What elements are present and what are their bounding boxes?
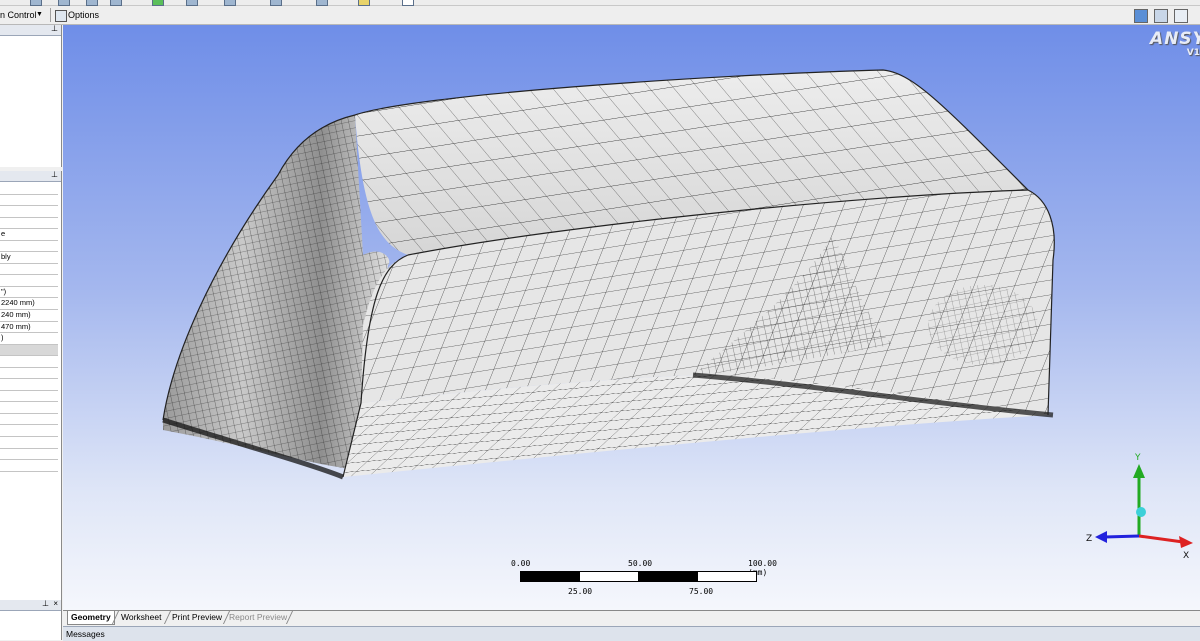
- chevron-down-icon[interactable]: ▼: [36, 8, 43, 22]
- window-layout-icon[interactable]: [1154, 9, 1168, 23]
- mesh-model[interactable]: [63, 25, 1200, 610]
- details-row[interactable]: [0, 460, 58, 472]
- toolbar-divider: [50, 8, 51, 22]
- outline-pane-header: ⊥: [0, 24, 61, 36]
- details-row[interactable]: 2240 mm): [0, 298, 58, 311]
- context-toolbar: n Control ▼ Options: [0, 6, 1200, 25]
- axis-triad[interactable]: Y Z X: [1083, 450, 1193, 560]
- scale-label: 50.00: [628, 559, 653, 568]
- details-row[interactable]: [0, 437, 58, 449]
- graphics-viewport[interactable]: ANSY V1: [63, 25, 1200, 610]
- window-layout-icon[interactable]: [1174, 9, 1188, 23]
- options-button[interactable]: Options: [68, 8, 99, 22]
- x-axis-label: X: [1183, 551, 1189, 560]
- scale-segment: [638, 571, 698, 582]
- details-row[interactable]: "): [0, 287, 58, 299]
- scale-segment: [697, 571, 757, 582]
- details-row[interactable]: [0, 183, 58, 195]
- bottom-pane-header: ⊥ ×: [0, 599, 61, 611]
- window-layout-icon[interactable]: [1134, 9, 1148, 23]
- details-row[interactable]: e: [0, 229, 58, 241]
- details-row[interactable]: [0, 391, 58, 403]
- details-row[interactable]: [0, 218, 58, 230]
- details-row[interactable]: bly: [0, 252, 58, 264]
- view-tabs: Geometry Worksheet Print Preview Report …: [63, 610, 1200, 625]
- details-row[interactable]: [0, 264, 58, 276]
- scale-segment: [520, 571, 580, 582]
- bottom-left-pane: ⊥ ×: [0, 599, 62, 640]
- tab-print-preview[interactable]: Print Preview: [169, 611, 225, 624]
- details-row[interactable]: [0, 368, 58, 380]
- details-pane-header: ⊥: [0, 170, 61, 182]
- scale-segment: [579, 571, 639, 582]
- close-icon[interactable]: ×: [53, 599, 58, 609]
- details-row[interactable]: [0, 195, 58, 207]
- tab-worksheet[interactable]: Worksheet: [118, 611, 164, 624]
- details-row[interactable]: [0, 356, 58, 368]
- triad-sphere: [1136, 507, 1146, 517]
- z-axis-arrow: [1104, 534, 1140, 539]
- pin-icon[interactable]: ⊥: [51, 24, 58, 34]
- details-row[interactable]: [0, 344, 58, 357]
- tab-report-preview[interactable]: Report Preview: [226, 611, 290, 624]
- details-row[interactable]: 470 mm): [0, 322, 58, 334]
- details-row[interactable]: [0, 402, 58, 414]
- mesh-control-dropdown[interactable]: n Control: [0, 8, 37, 22]
- scale-label: 25.00: [568, 587, 593, 596]
- details-row[interactable]: [0, 241, 58, 253]
- scale-bar: 0.00 50.00 100.00 (mm) 25.00 75.00: [506, 555, 777, 600]
- details-row[interactable]: [0, 425, 58, 438]
- messages-pane-header[interactable]: Messages: [63, 626, 1200, 641]
- details-row[interactable]: ): [0, 333, 58, 345]
- details-row[interactable]: 240 mm): [0, 310, 58, 322]
- details-row[interactable]: [0, 206, 58, 218]
- x-axis-arrow: [1138, 534, 1184, 544]
- outline-pane: ⊥: [0, 24, 62, 167]
- tab-geometry[interactable]: Geometry: [67, 611, 115, 625]
- messages-label: Messages: [66, 629, 105, 639]
- z-axis-label: Z: [1086, 534, 1092, 544]
- y-axis-label: Y: [1134, 453, 1141, 463]
- pin-icon[interactable]: ⊥: [51, 170, 58, 180]
- options-icon[interactable]: [55, 10, 67, 22]
- details-row[interactable]: [0, 414, 58, 426]
- details-pane: ⊥ e bly ") 2240 mm) 240 mm) 470 mm)): [0, 170, 62, 604]
- scale-label: 0.00: [511, 559, 531, 568]
- details-row[interactable]: [0, 379, 58, 391]
- details-table: e bly ") 2240 mm) 240 mm) 470 mm)): [0, 183, 58, 472]
- details-row[interactable]: [0, 449, 58, 461]
- pin-icon[interactable]: ⊥: [42, 599, 49, 609]
- scale-label: 75.00: [689, 587, 714, 596]
- details-row[interactable]: [0, 275, 58, 287]
